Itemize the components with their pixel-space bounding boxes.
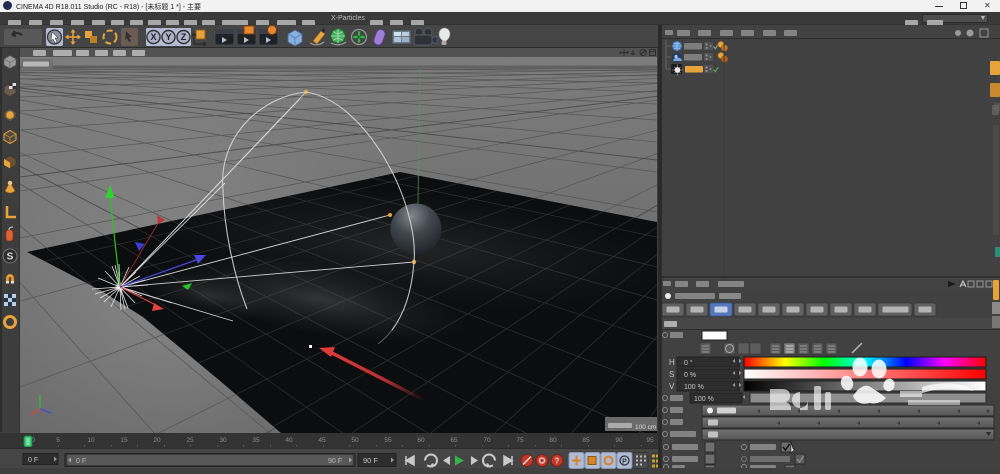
svg-text:75: 75 — [516, 437, 524, 444]
svg-text:X: X — [150, 32, 156, 42]
svg-text:25: 25 — [186, 437, 194, 444]
svg-text:5: 5 — [56, 437, 60, 444]
svg-text:0 F: 0 F — [28, 457, 38, 464]
svg-text:100 %: 100 % — [684, 384, 704, 391]
svg-text:40: 40 — [285, 437, 293, 444]
svg-text:100 cm: 100 cm — [635, 424, 656, 431]
svg-text:P: P — [622, 459, 627, 466]
svg-text:V: V — [669, 382, 675, 391]
svg-text:Y: Y — [165, 32, 171, 42]
svg-text:35: 35 — [252, 437, 260, 444]
svg-text:45: 45 — [318, 437, 326, 444]
svg-text:30: 30 — [219, 437, 227, 444]
svg-text:S: S — [7, 252, 14, 263]
svg-text:85: 85 — [582, 437, 590, 444]
svg-text:S: S — [669, 370, 674, 379]
svg-text:90 F: 90 F — [328, 458, 342, 465]
svg-text:55: 55 — [384, 437, 392, 444]
svg-text:0 F: 0 F — [76, 458, 86, 465]
svg-text:50: 50 — [351, 437, 359, 444]
svg-text:80: 80 — [549, 437, 557, 444]
svg-text:H: H — [669, 358, 675, 367]
svg-text:15: 15 — [120, 437, 128, 444]
svg-text:100 %: 100 % — [694, 396, 714, 403]
svg-text:60: 60 — [417, 437, 425, 444]
svg-text:0 °: 0 ° — [684, 359, 693, 367]
svg-text:0 %: 0 % — [684, 372, 696, 379]
svg-text:20: 20 — [153, 437, 161, 444]
svg-text:?: ? — [555, 457, 560, 466]
svg-text:90: 90 — [615, 437, 623, 444]
svg-text:95: 95 — [646, 437, 654, 444]
svg-text:70: 70 — [483, 437, 491, 444]
svg-text:10: 10 — [87, 437, 95, 444]
svg-text:90 F: 90 F — [363, 456, 378, 465]
svg-text:Z: Z — [181, 32, 187, 42]
svg-text:65: 65 — [450, 437, 458, 444]
